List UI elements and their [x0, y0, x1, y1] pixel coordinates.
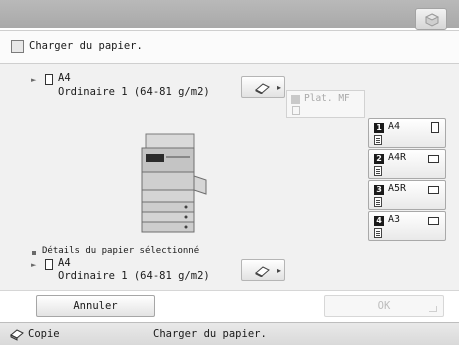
- drawer-3-button[interactable]: 3 A5R: [368, 180, 446, 210]
- ok-button[interactable]: OK: [324, 295, 444, 317]
- paper-portrait-icon: [45, 259, 53, 270]
- selected-paper-arrow-icon: ►: [31, 261, 37, 269]
- selected-paper-type: Ordinaire 1 (64-81 g/m2): [58, 270, 210, 282]
- paper-stack-icon: [374, 197, 382, 207]
- drawer-2-button[interactable]: 2 A4R: [368, 149, 446, 179]
- paper-stack-icon: [292, 106, 300, 115]
- drawer-number: 4: [374, 216, 384, 226]
- status-message: Charger du papier.: [153, 328, 267, 340]
- current-paper-arrow-icon: ►: [31, 76, 37, 84]
- landscape-orientation-icon: [428, 186, 439, 194]
- copy-function-icon: [10, 329, 24, 341]
- multipurpose-tray-label: Plat. MF: [304, 93, 350, 104]
- status-bar: Copie Charger du papier.: [0, 322, 459, 345]
- ok-label: OK: [377, 300, 391, 312]
- status-function-label[interactable]: Copie: [28, 328, 60, 340]
- paper-stack-icon: [374, 135, 382, 145]
- paper-portrait-icon: [45, 74, 53, 85]
- landscape-orientation-icon: [428, 217, 439, 225]
- portrait-orientation-icon: [431, 122, 439, 133]
- paper-settings-icon: [255, 83, 270, 94]
- current-paper-type: Ordinaire 1 (64-81 g/m2): [58, 86, 210, 98]
- multipurpose-tray-button[interactable]: Plat. MF: [286, 90, 365, 118]
- paper-settings-icon: [255, 266, 270, 277]
- landscape-orientation-icon: [428, 155, 439, 163]
- top-bar: [0, 0, 459, 30]
- drawer-label: A3: [388, 214, 401, 225]
- selected-paper-settings-button[interactable]: ▸: [241, 259, 285, 281]
- message-text: Charger du papier.: [29, 40, 143, 52]
- device-icon: [425, 13, 439, 27]
- action-bar: Annuler OK: [0, 290, 459, 322]
- copier-illustration: [141, 133, 207, 233]
- chevron-right-icon: ▸: [276, 266, 281, 275]
- paper-stack-icon: [374, 228, 382, 238]
- bullet-icon: [32, 251, 36, 255]
- drawer-number: 2: [374, 154, 384, 164]
- drawer-label: A5R: [388, 183, 407, 194]
- paper-load-icon: [11, 40, 24, 53]
- message-bar: Charger du papier.: [0, 30, 459, 64]
- chevron-right-icon: ▸: [276, 83, 281, 92]
- device-status-button[interactable]: [415, 8, 447, 30]
- drawer-4-button[interactable]: 4 A3: [368, 211, 446, 241]
- current-paper-size: A4: [58, 72, 71, 84]
- drawer-label: A4R: [388, 152, 407, 163]
- drawer-1-button[interactable]: 1 A4: [368, 118, 446, 148]
- selected-paper-size: A4: [58, 257, 71, 269]
- cancel-button[interactable]: Annuler: [36, 295, 155, 317]
- selected-details-heading: Détails du papier sélectionné: [42, 246, 200, 256]
- enter-corner-icon: [429, 306, 437, 312]
- paper-stack-icon: [374, 166, 382, 176]
- tray-number-icon: [291, 95, 300, 104]
- drawer-label: A4: [388, 121, 401, 132]
- paper-settings-button[interactable]: ▸: [241, 76, 285, 98]
- drawer-number: 1: [374, 123, 384, 133]
- drawer-number: 3: [374, 185, 384, 195]
